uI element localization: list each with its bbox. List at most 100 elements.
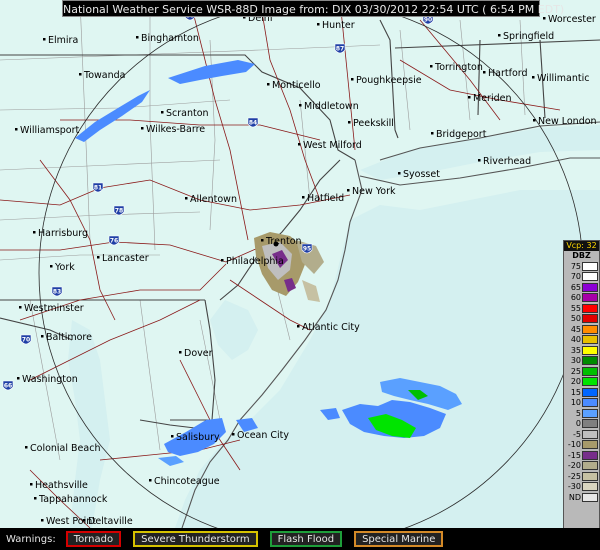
legend-row: -15 [564, 450, 599, 461]
city-label: Hunter [322, 20, 355, 31]
city-marker [431, 132, 434, 135]
city-label: Chincoteague [154, 476, 220, 487]
city-marker [50, 265, 53, 268]
city-marker [297, 325, 300, 328]
warning-severe-thunderstorm-button[interactable]: Severe Thunderstorm [133, 531, 258, 547]
city-label: Poughkeepsie [356, 75, 422, 86]
legend-row: -25 [564, 471, 599, 482]
legend-swatch [582, 387, 598, 397]
radar-app: 8887908481787695837066 ElmiraBinghamtonD… [0, 0, 600, 550]
legend-value: 5 [575, 408, 581, 418]
legend-swatch [582, 419, 598, 429]
legend-value: 20 [570, 377, 581, 387]
city-marker [97, 256, 100, 259]
city-label: Williamsport [20, 125, 80, 136]
shield-number: 95 [303, 246, 311, 253]
city-label: Colonial Beach [30, 443, 100, 454]
city-label: Meriden [473, 93, 511, 104]
city-marker [430, 65, 433, 68]
warnings-label: Warnings: [6, 533, 56, 545]
city-label: Allentown [190, 194, 237, 205]
interstate-shield-icon: 83 [51, 286, 63, 297]
city-marker [136, 36, 139, 39]
warning-tornado-button[interactable]: Tornado [65, 531, 122, 547]
city-label: Bridgeport [436, 129, 487, 140]
legend-row: 55 [564, 303, 599, 314]
legend-swatch [582, 293, 598, 303]
city-marker [185, 197, 188, 200]
city-label: Lancaster [102, 253, 149, 264]
city-marker [79, 73, 82, 76]
shield-number: 81 [94, 185, 102, 192]
city-label: Syosset [403, 169, 440, 180]
city-label: Scranton [166, 108, 209, 119]
city-label: Springfield [503, 31, 554, 42]
city-label: York [54, 262, 75, 273]
dbz-legend: Vcp: 32 DBZ 75 70 65 60 55 50 45 40 35 30 25 20 15 10… [563, 240, 600, 543]
legend-value: 30 [570, 356, 581, 366]
city-marker [17, 377, 20, 380]
shield-number: 78 [115, 208, 123, 215]
shield-number: 76 [110, 238, 118, 245]
legend-swatch [582, 461, 598, 471]
city-label: Tappahannock [38, 494, 108, 505]
legend-swatch [582, 272, 598, 282]
legend-value: 70 [570, 272, 581, 282]
legend-row: -20 [564, 461, 599, 472]
city-marker [19, 306, 22, 309]
legend-row: 75 [564, 261, 599, 272]
city-label: Dover [184, 348, 213, 359]
legend-value: 65 [570, 282, 581, 292]
legend-value: ND [568, 492, 581, 502]
city-marker [161, 111, 164, 114]
city-label: Baltimore [46, 332, 92, 343]
legend-value: -30 [567, 482, 581, 492]
city-label: Middletown [304, 101, 359, 112]
legend-swatch [582, 261, 598, 271]
legend-swatch [582, 314, 598, 324]
city-label: Willimantic [537, 73, 589, 84]
city-marker [478, 159, 481, 162]
legend-swatch [582, 366, 598, 376]
city-marker [348, 121, 351, 124]
legend-value: 0 [575, 419, 581, 429]
radar-map[interactable]: 8887908481787695837066 ElmiraBinghamtonD… [0, 0, 600, 550]
legend-swatch [582, 429, 598, 439]
interstate-shield-icon: 81 [92, 182, 104, 193]
city-label: Peekskill [353, 118, 394, 129]
shield-number: 84 [249, 120, 257, 127]
legend-swatch [582, 450, 598, 460]
legend-row: 5 [564, 408, 599, 419]
legend-row: 65 [564, 282, 599, 293]
legend-row: 50 [564, 314, 599, 325]
warning-special-marine-button[interactable]: Special Marine [354, 531, 444, 547]
interstate-shield-icon: 84 [247, 117, 259, 128]
city-marker [317, 23, 320, 26]
legend-row: 40 [564, 335, 599, 346]
legend-swatch [582, 471, 598, 481]
legend-swatch [582, 282, 598, 292]
city-label: New London [538, 116, 597, 127]
city-label: Washington [22, 374, 78, 385]
shield-number: 66 [4, 383, 12, 390]
city-marker [532, 76, 535, 79]
city-marker [41, 519, 44, 522]
city-label: Hatfield [307, 193, 344, 204]
vcp-label: Vcp: 32 [564, 241, 599, 251]
city-marker [267, 83, 270, 86]
city-label: Atlantic City [302, 322, 360, 333]
legend-value: -25 [567, 471, 581, 481]
city-marker [299, 104, 302, 107]
city-label: Binghamton [141, 33, 199, 44]
legend-swatch [582, 492, 598, 502]
city-marker [15, 128, 18, 131]
warning-flash-flood-button[interactable]: Flash Flood [269, 531, 343, 547]
city-label: Torrington [434, 62, 483, 73]
legend-value: 75 [570, 261, 581, 271]
image-title: National Weather Service WSR-88D Image f… [62, 0, 564, 17]
legend-swatch [582, 377, 598, 387]
legend-value: 15 [570, 387, 581, 397]
legend-swatch [582, 408, 598, 418]
city-marker [398, 172, 401, 175]
legend-swatch [582, 356, 598, 366]
